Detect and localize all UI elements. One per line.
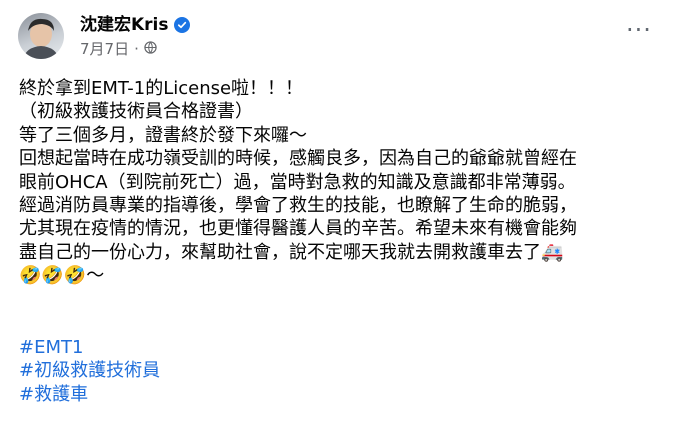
verified-badge-icon	[173, 17, 190, 33]
post-line: 終於拿到EMT-1的License啦！！！	[19, 78, 304, 99]
author-name-row: 沈建宏Kris	[80, 14, 190, 36]
post-line: 尤其現在疫情的情況，也更懂得醫護人員的辛苦。希望未來有機會能夠	[19, 218, 577, 240]
post-meta: 7月7日 ·	[80, 39, 157, 59]
post-line: 眼前OHCA（到院前死亡）過，當時對急救的知識及意識都非常薄弱。	[19, 171, 576, 193]
author-avatar[interactable]	[18, 13, 64, 59]
post-line: 🤣🤣🤣～	[19, 265, 105, 287]
author-name[interactable]: 沈建宏Kris	[80, 14, 169, 36]
post-line: 經過消防員專業的指導後，學會了救生的技能，也瞭解了生命的脆弱，	[19, 195, 577, 217]
post-line: 盡自己的一份心力，來幫助社會，說不定哪天我就去開救護車去了🚑	[19, 241, 564, 263]
hashtag-link[interactable]: #救護車	[19, 383, 160, 406]
post-line: 等了三個多月，證書終於發下來囉～	[19, 124, 307, 146]
post-date[interactable]: 7月7日	[80, 39, 129, 59]
hashtags: #EMT1 #初級救護技術員 #救護車	[19, 336, 160, 406]
post-line: 回想起當時在成功嶺受訓的時候，感觸良多，因為自己的爺爺就曾經在	[19, 148, 577, 170]
meta-separator: ·	[134, 40, 139, 58]
hashtag-link[interactable]: #EMT1	[19, 336, 160, 359]
more-options-icon[interactable]: ···	[622, 16, 656, 44]
post-text: 終於拿到EMT-1的License啦！！！ （初級救護技術員合格證書） 等了三個…	[19, 77, 671, 288]
public-globe-icon[interactable]	[144, 39, 157, 59]
post-line: （初級救護技術員合格證書）	[19, 101, 253, 123]
profile-photo	[23, 18, 59, 59]
hashtag-link[interactable]: #初級救護技術員	[19, 359, 160, 382]
